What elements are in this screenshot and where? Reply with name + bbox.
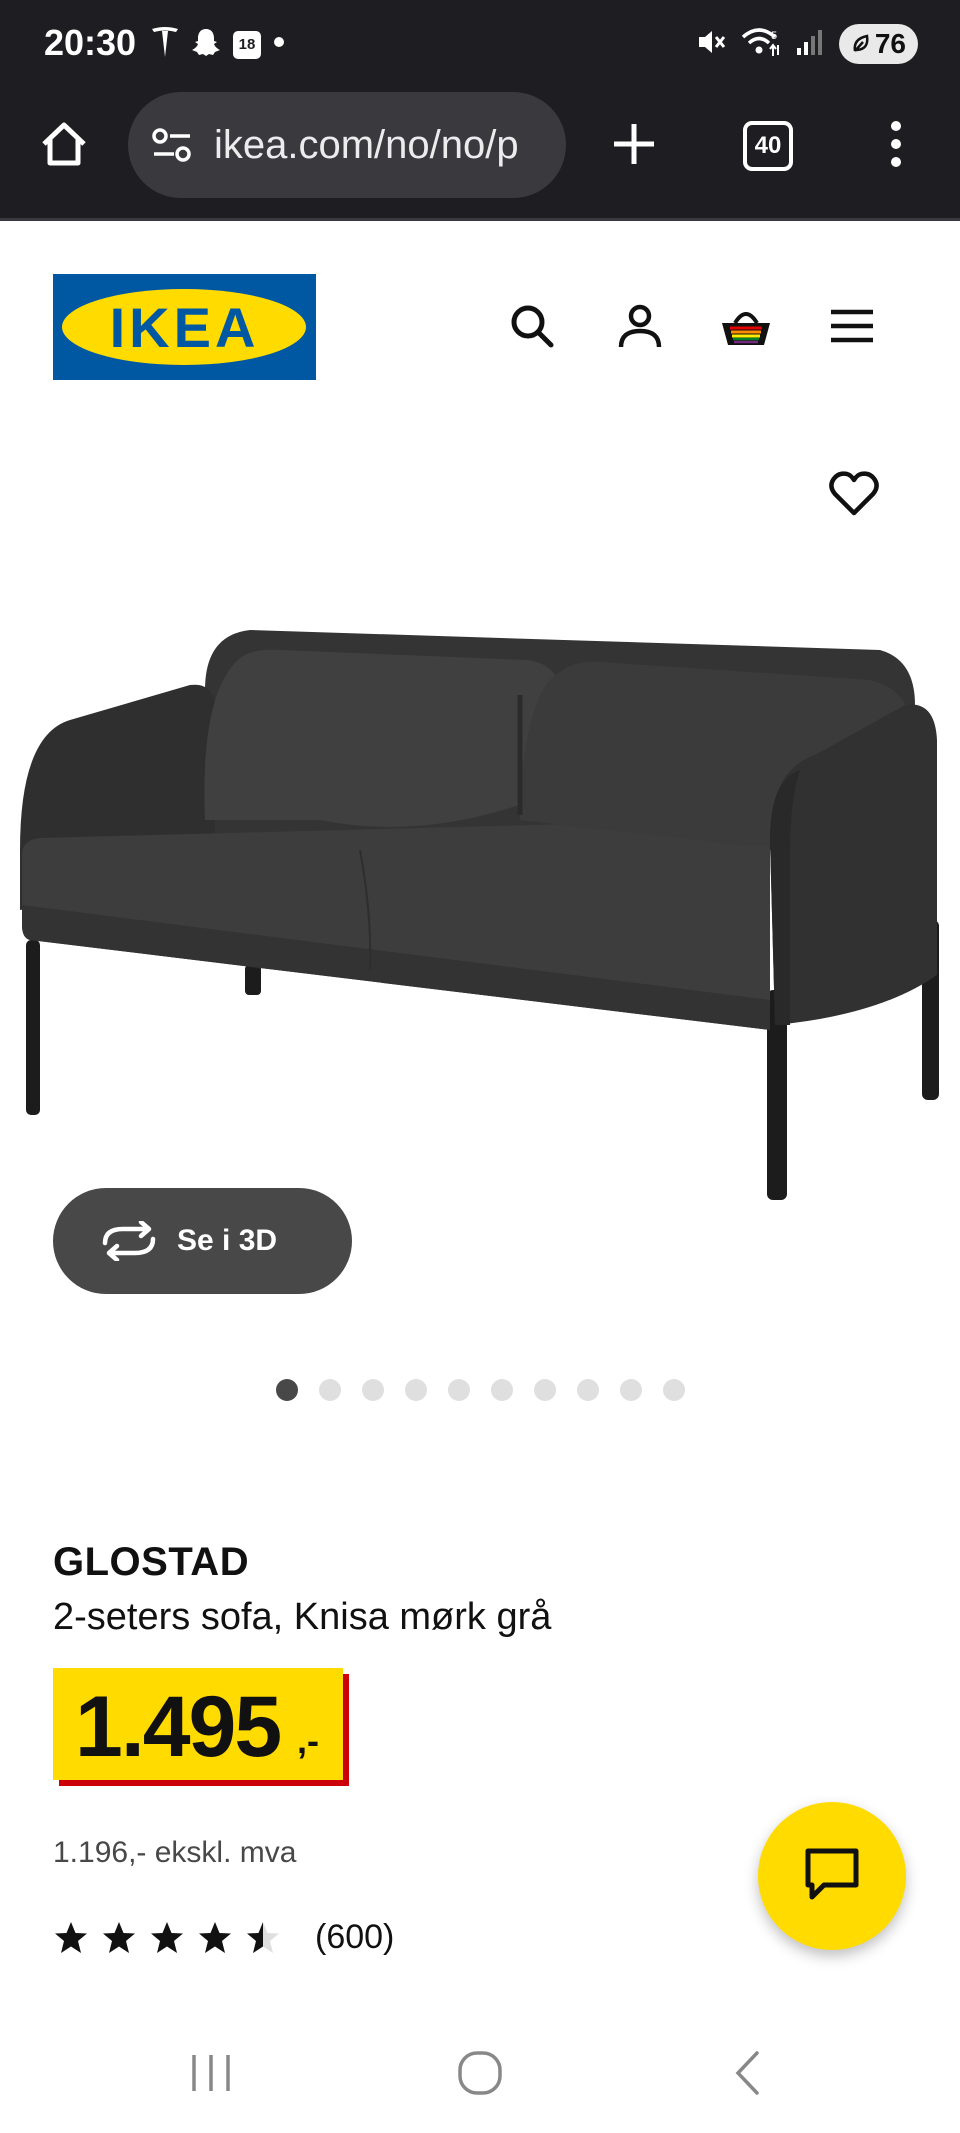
- battery-level: 76: [874, 28, 906, 59]
- price-excl-vat: 1.196,- ekskl. mva: [53, 1836, 297, 1869]
- svg-text:5: 5: [771, 30, 777, 42]
- wifi-icon: 5: [741, 25, 781, 64]
- site-settings-icon[interactable]: [150, 125, 194, 165]
- tesla-icon: [150, 25, 180, 64]
- system-nav-bar: [0, 2010, 960, 2133]
- plus-icon: [611, 121, 657, 172]
- star-icon: [151, 1921, 183, 1953]
- carousel-dot[interactable]: [577, 1379, 599, 1401]
- home-button[interactable]: [24, 106, 104, 186]
- tab-count: 40: [743, 121, 793, 171]
- account-icon: [615, 301, 665, 356]
- product-image[interactable]: [0, 520, 960, 1220]
- status-bar: 20:30 18 5 76: [0, 0, 960, 88]
- carousel-dot[interactable]: [362, 1379, 384, 1401]
- signal-icon: [795, 27, 825, 62]
- product-rating[interactable]: (600): [53, 1918, 394, 1957]
- carousel-dot[interactable]: [276, 1379, 298, 1401]
- browser-menu-button[interactable]: [856, 106, 936, 186]
- recent-apps-button[interactable]: [176, 2040, 246, 2110]
- image-carousel-dots: [276, 1379, 685, 1401]
- battery-icon: 76: [838, 24, 918, 64]
- home-nav-button[interactable]: [445, 2040, 515, 2110]
- star-icon: [103, 1921, 135, 1953]
- basket-icon: [718, 301, 774, 356]
- price-value: 1.495: [75, 1679, 282, 1775]
- price-tag: 1.495 ,-: [53, 1668, 343, 1780]
- see-in-3d-button[interactable]: Se i 3D: [53, 1188, 352, 1294]
- calendar-badge: 18: [238, 36, 256, 53]
- home-icon: [38, 118, 90, 175]
- dot-icon: [272, 35, 286, 54]
- more-vertical-icon: [886, 120, 906, 173]
- status-icons-left: 18: [150, 24, 286, 64]
- carousel-dot[interactable]: [620, 1379, 642, 1401]
- mute-icon: [695, 26, 727, 63]
- search-icon: [507, 301, 557, 356]
- home-circle-icon: [455, 2048, 505, 2103]
- carousel-dot[interactable]: [448, 1379, 470, 1401]
- carousel-dot[interactable]: [663, 1379, 685, 1401]
- star-icon: [55, 1921, 87, 1953]
- menu-button[interactable]: [820, 296, 884, 360]
- back-nav-button[interactable]: [712, 2040, 782, 2110]
- basket-button[interactable]: [714, 296, 778, 360]
- see-in-3d-label: Se i 3D: [177, 1224, 278, 1257]
- recent-apps-icon: [188, 2051, 234, 2100]
- menu-icon: [828, 306, 876, 351]
- price-suffix: ,-: [297, 1720, 319, 1761]
- calendar-icon: 18: [232, 28, 262, 60]
- tab-switcher-button[interactable]: 40: [728, 106, 808, 186]
- carousel-dot[interactable]: [319, 1379, 341, 1401]
- logo-text: IKEA: [109, 295, 260, 359]
- status-icons-right: 5 76: [695, 22, 918, 66]
- product-description: 2-seters sofa, Knisa mørk grå: [53, 1596, 552, 1638]
- rotate-3d-icon: [99, 1221, 159, 1261]
- chat-button[interactable]: [758, 1802, 906, 1950]
- favorite-button[interactable]: [818, 460, 890, 532]
- carousel-dot[interactable]: [534, 1379, 556, 1401]
- new-tab-button[interactable]: [594, 106, 674, 186]
- search-button[interactable]: [500, 296, 564, 360]
- back-chevron-icon: [729, 2048, 765, 2103]
- heart-icon: [829, 470, 879, 522]
- chat-icon: [804, 1847, 860, 1906]
- account-button[interactable]: [608, 296, 672, 360]
- ikea-logo[interactable]: IKEA: [53, 274, 316, 380]
- rating-count: (600): [315, 1918, 395, 1956]
- snapchat-icon: [190, 26, 222, 63]
- half-star-icon: [247, 1921, 279, 1953]
- carousel-dot[interactable]: [491, 1379, 513, 1401]
- star-icon: [199, 1921, 231, 1953]
- url-bar[interactable]: ikea.com/no/no/p: [128, 92, 566, 198]
- url-text: ikea.com/no/no/p: [214, 122, 519, 167]
- browser-toolbar: ikea.com/no/no/p 40: [0, 88, 960, 221]
- carousel-dot[interactable]: [405, 1379, 427, 1401]
- status-time: 20:30: [44, 22, 137, 63]
- product-name: GLOSTAD: [53, 1540, 250, 1584]
